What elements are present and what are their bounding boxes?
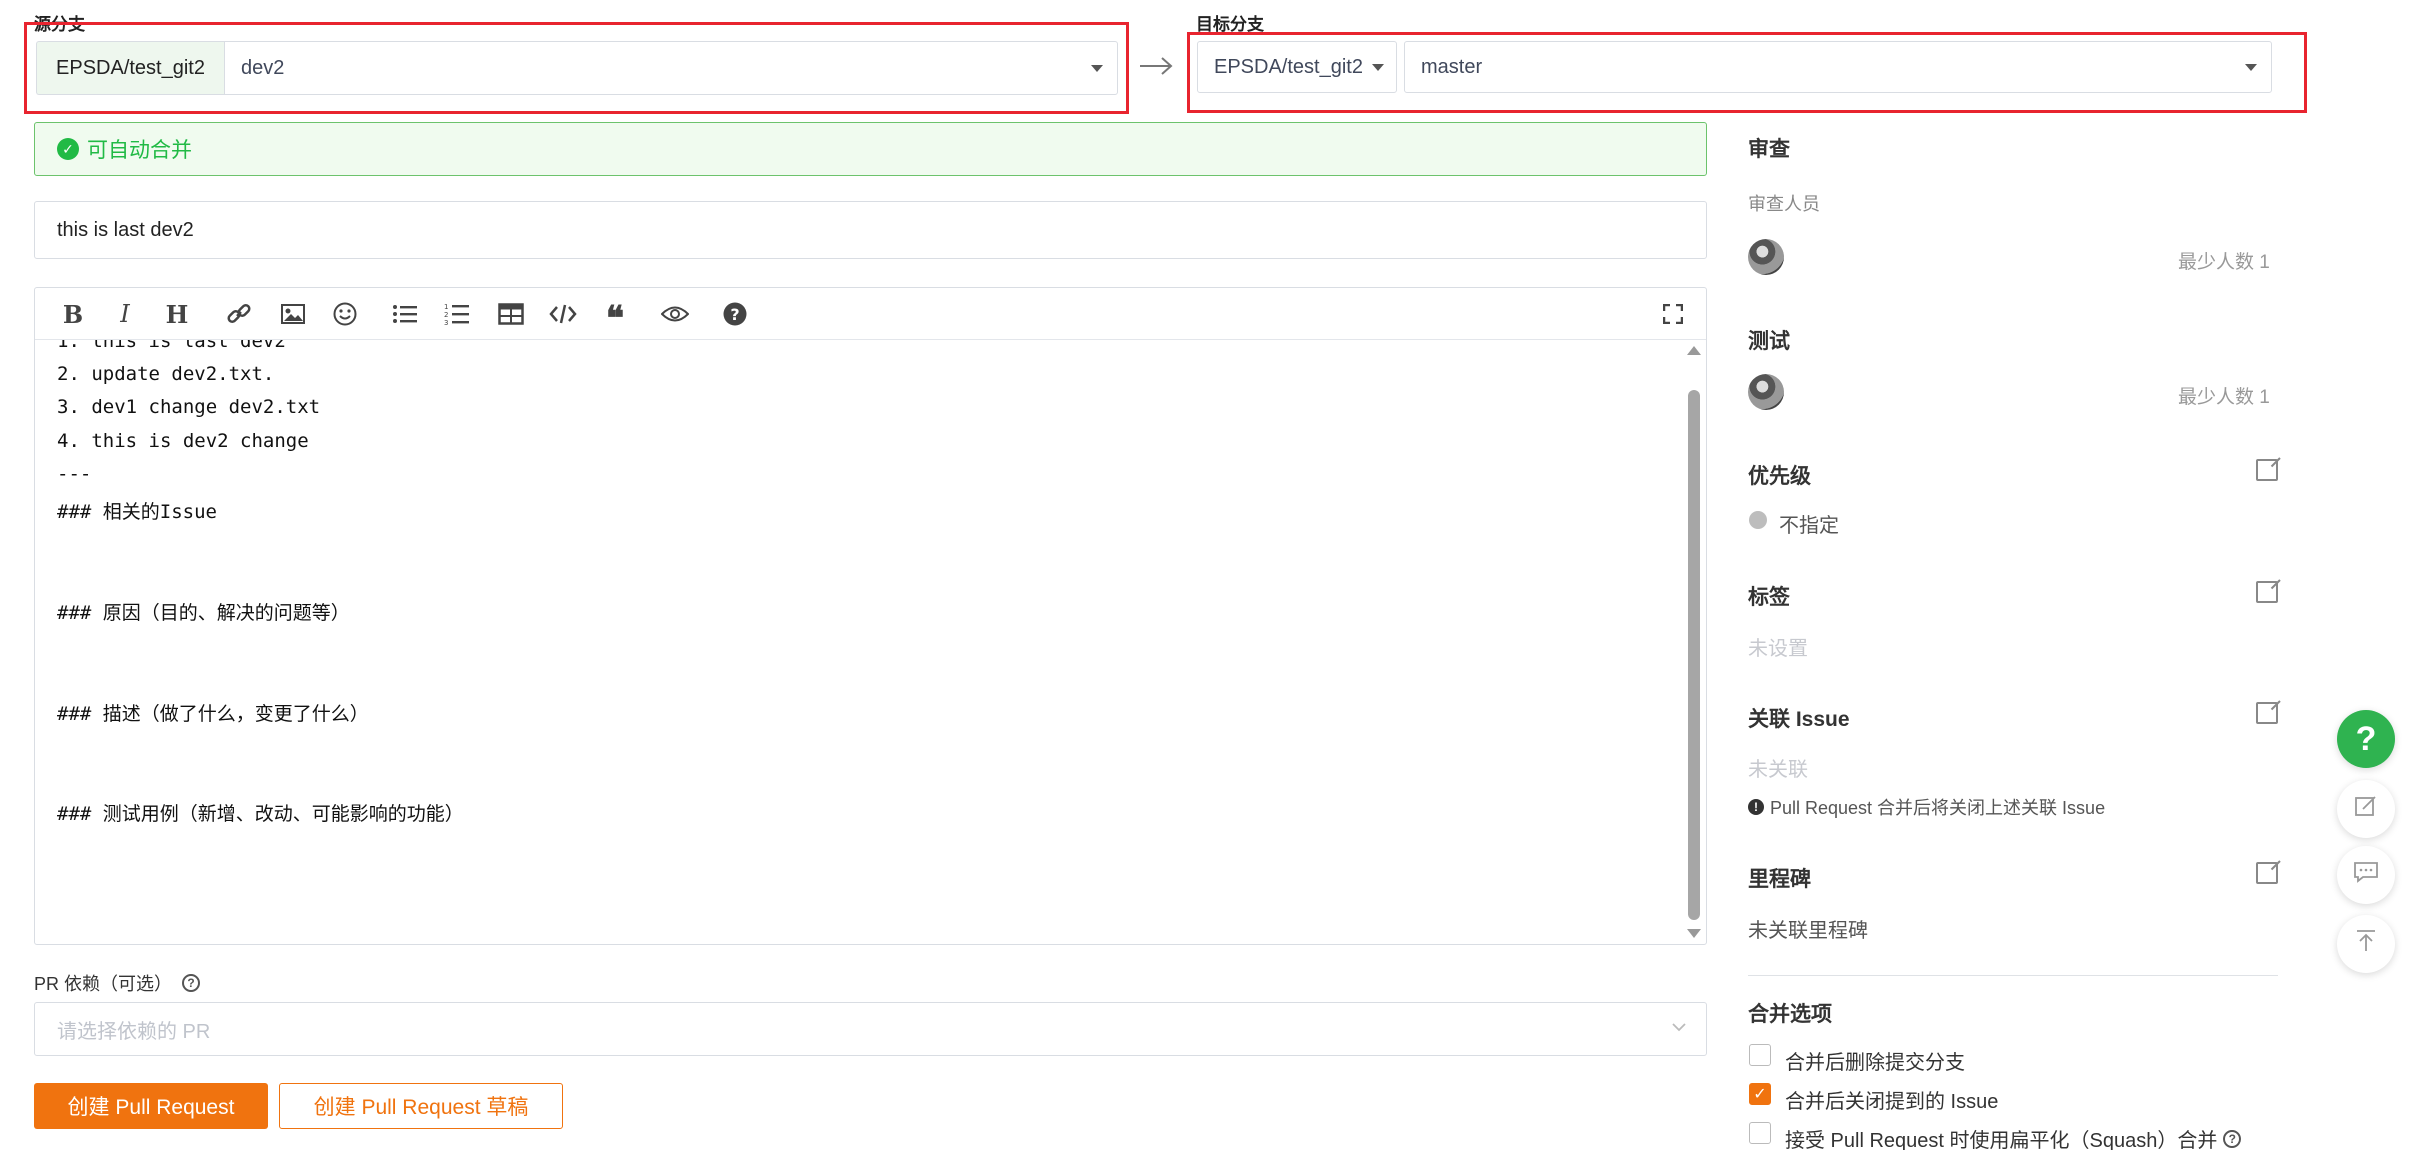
create-draft-pr-button[interactable]: 创建 Pull Request 草稿 <box>279 1083 563 1129</box>
priority-title: 优先级 <box>1748 465 1811 488</box>
comment-float-button[interactable] <box>2337 846 2395 904</box>
edit-labels-icon[interactable] <box>2256 581 2278 603</box>
emoji-icon[interactable] <box>327 288 363 340</box>
comment-icon <box>2353 861 2379 889</box>
chevron-down-icon <box>1372 64 1384 71</box>
issue-note-text: Pull Request 合并后将关闭上述关联 Issue <box>1770 798 2106 818</box>
scroll-down-icon[interactable] <box>1687 929 1701 938</box>
pr-dependency-label-text: PR 依赖（可选） <box>34 974 173 994</box>
help-float-button[interactable]: ? <box>2337 710 2395 768</box>
chevron-down-icon <box>2245 64 2257 71</box>
edit-priority-icon[interactable] <box>2256 459 2278 481</box>
close-issue-checkbox[interactable]: ✓ <box>1749 1083 1771 1105</box>
merge-status-text: 可自动合并 <box>87 139 192 162</box>
svg-text:3: 3 <box>444 319 448 326</box>
image-icon[interactable] <box>275 288 311 340</box>
pr-title-value: this is last dev2 <box>57 218 194 241</box>
svg-text:2: 2 <box>444 311 448 319</box>
target-repo-value: EPSDA/test_git2 <box>1214 55 1363 78</box>
squash-merge-label-text: 接受 Pull Request 时使用扁平化（Squash）合并 <box>1785 1130 2218 1150</box>
source-branch-value: dev2 <box>241 56 285 79</box>
labels-value: 未设置 <box>1748 638 1808 660</box>
priority-dot-icon <box>1749 511 1767 529</box>
description-editor[interactable]: B I H 123 ❝ ? 1. this is last dev2 2. up… <box>34 287 1707 945</box>
help-icon[interactable]: ? <box>717 288 753 340</box>
editor-line: 3. dev1 change dev2.txt <box>57 396 321 418</box>
pr-dependency-select[interactable]: 请选择依赖的 PR <box>34 1002 1707 1056</box>
target-branch-select[interactable]: master <box>1404 41 2272 93</box>
tester-avatar[interactable] <box>1748 374 1784 410</box>
svg-text:?: ? <box>730 305 739 324</box>
arrow-right-icon <box>1138 44 1174 88</box>
editor-line: ### 相关的Issue <box>57 501 217 523</box>
merge-options-title: 合并选项 <box>1748 1003 1832 1026</box>
chevron-down-icon <box>1670 1018 1688 1036</box>
target-branch-value: master <box>1421 55 1483 78</box>
editor-toolbar: B I H 123 ❝ ? <box>35 288 1706 340</box>
code-icon[interactable] <box>545 288 581 340</box>
info-icon: ! <box>1748 799 1764 815</box>
issue-title: 关联 Issue <box>1748 708 1850 731</box>
bold-icon[interactable]: B <box>55 288 91 340</box>
squash-merge-checkbox[interactable] <box>1749 1122 1771 1144</box>
numbered-list-icon[interactable]: 123 <box>439 288 475 340</box>
chevron-down-icon <box>1091 65 1103 72</box>
test-min-count: 最少人数 1 <box>2178 387 2270 408</box>
bullet-list-icon[interactable] <box>387 288 423 340</box>
preview-eye-icon[interactable] <box>657 288 693 340</box>
editor-line: 2. update dev2.txt. <box>57 363 275 385</box>
test-title: 测试 <box>1748 330 1790 353</box>
squash-merge-label: 接受 Pull Request 时使用扁平化（Squash）合并 ? <box>1785 1124 2242 1150</box>
delete-branch-checkbox[interactable] <box>1749 1044 1771 1066</box>
delete-branch-label: 合并后删除提交分支 <box>1785 1052 1965 1074</box>
back-to-top-button[interactable] <box>2337 915 2395 973</box>
labels-title: 标签 <box>1748 586 1790 609</box>
question-circle-icon[interactable]: ? <box>182 974 201 992</box>
scroll-thumb[interactable] <box>1688 390 1700 920</box>
editor-line: 1. this is last dev2 <box>57 340 286 352</box>
heading-icon[interactable]: H <box>159 288 195 340</box>
reviewers-label: 审查人员 <box>1748 194 1820 214</box>
svg-text:1: 1 <box>444 303 448 311</box>
editor-line: ### 原因（目的、解决的问题等） <box>57 602 350 624</box>
scroll-up-icon[interactable] <box>1687 346 1701 355</box>
source-branch-select[interactable]: dev2 <box>224 41 1118 95</box>
editor-line: 4. this is dev2 change <box>57 430 309 452</box>
priority-value: 不指定 <box>1779 515 1839 537</box>
source-repo: EPSDA/test_git2 <box>36 41 224 95</box>
link-icon[interactable] <box>221 288 257 340</box>
sidebar-divider <box>1748 975 2278 976</box>
edit-icon <box>2354 794 2378 824</box>
editor-text-area[interactable]: 1. this is last dev2 2. update dev2.txt.… <box>35 340 1706 944</box>
merge-status-banner: ✓ 可自动合并 <box>34 122 1707 176</box>
target-repo-select[interactable]: EPSDA/test_git2 <box>1197 41 1397 93</box>
milestone-value: 未关联里程碑 <box>1748 920 1868 942</box>
arrow-up-icon <box>2355 929 2377 959</box>
review-min-count: 最少人数 1 <box>2178 252 2270 273</box>
editor-scrollbar[interactable] <box>1684 340 1704 944</box>
fullscreen-icon[interactable] <box>1655 288 1691 340</box>
check-circle-icon: ✓ <box>57 138 79 160</box>
feedback-edit-button[interactable] <box>2337 780 2395 838</box>
edit-milestone-icon[interactable] <box>2256 862 2278 884</box>
table-icon[interactable] <box>493 288 529 340</box>
italic-icon[interactable]: I <box>107 288 143 340</box>
close-issue-label: 合并后关闭提到的 Issue <box>1785 1091 1999 1113</box>
pr-title-input[interactable]: this is last dev2 <box>34 201 1707 259</box>
editor-line: ### 描述（做了什么，变更了什么） <box>57 703 369 725</box>
issue-note: ! Pull Request 合并后将关闭上述关联 Issue <box>1748 794 2105 820</box>
quote-icon[interactable]: ❝ <box>597 288 633 340</box>
question-circle-icon[interactable]: ? <box>2223 1129 2242 1148</box>
reviewer-avatar[interactable] <box>1748 239 1784 275</box>
create-pr-button[interactable]: 创建 Pull Request <box>34 1083 268 1129</box>
edit-issue-icon[interactable] <box>2256 702 2278 724</box>
issue-value: 未关联 <box>1748 759 1808 781</box>
editor-line: --- <box>57 463 92 485</box>
pr-dependency-label: PR 依赖（可选） ? <box>34 970 201 996</box>
review-title: 审查 <box>1748 138 1790 161</box>
milestone-title: 里程碑 <box>1748 868 1811 891</box>
editor-line: ### 测试用例（新增、改动、可能影响的功能） <box>57 803 464 825</box>
